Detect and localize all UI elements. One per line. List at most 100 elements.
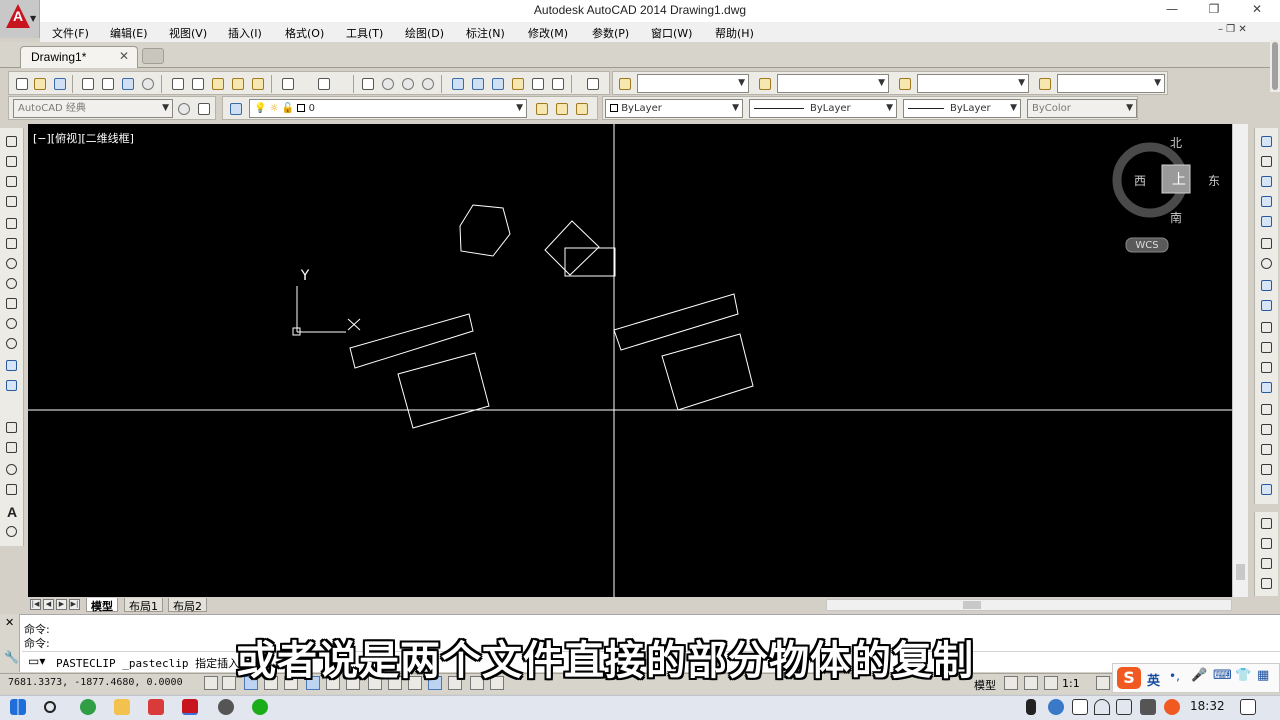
arc-icon[interactable] [4,236,20,252]
properties-icon[interactable] [449,75,466,92]
coordinate-readout[interactable]: 7681.3373, -1877.4680, 0.0000 [8,677,183,688]
plotstyle-select[interactable]: ByColor ▼ [1027,99,1137,118]
publish-icon[interactable] [119,75,136,92]
menu-dimension[interactable]: 标注(N) [466,25,505,41]
command-window-handle[interactable]: ✕ 🔧 [0,614,20,672]
line-icon[interactable] [4,134,20,150]
markup-icon[interactable] [529,75,546,92]
viewcube-east[interactable]: 东 [1208,172,1220,189]
send-to-back-icon[interactable] [1259,536,1275,552]
explode-icon[interactable] [1259,482,1275,498]
skin-icon[interactable]: 👕 [1235,668,1251,683]
table-style-icon[interactable] [896,75,913,92]
send-under-icon[interactable] [1259,576,1275,592]
infer-constraints-toggle[interactable] [204,676,218,690]
hatch-icon[interactable] [4,420,20,436]
first-layout-button[interactable]: |◀ [30,599,41,610]
table-icon[interactable] [4,482,20,498]
fillet-icon[interactable] [1259,442,1275,458]
multiline-text-icon[interactable]: A [4,504,20,520]
windows-start-icon[interactable] [10,699,26,715]
revision-cloud-icon[interactable] [4,276,20,292]
point-icon[interactable] [4,400,20,416]
wps-icon[interactable] [148,699,164,715]
action-center-icon[interactable] [1240,699,1256,715]
ellipse-icon[interactable] [4,316,20,332]
wifi-icon[interactable] [1094,699,1110,715]
notification-icon[interactable] [1072,699,1088,715]
pan-icon[interactable] [359,75,376,92]
layer-previous-icon[interactable] [553,100,570,117]
sogou-ime-icon[interactable]: S [1117,667,1141,689]
tab-model[interactable]: 模型 [86,598,118,613]
menu-view[interactable]: 视图(V) [169,25,207,41]
break-icon[interactable] [1259,380,1275,396]
table-style-select[interactable]: ▼ [917,74,1029,93]
ime-language-toggle[interactable]: 英 [1147,670,1160,689]
viewcube-north[interactable]: 北 [1170,134,1182,151]
menu-file[interactable]: 文件(F) [52,25,89,41]
close-icon[interactable]: ✕ [5,616,14,629]
viewcube-west[interactable]: 西 [1134,172,1146,189]
design-center-icon[interactable] [469,75,486,92]
tab-layout1[interactable]: 布局1 [124,598,163,613]
rectangle-icon[interactable] [4,216,20,232]
paste-icon[interactable] [209,75,226,92]
customize-icon[interactable]: 🔧 [4,650,19,664]
3d-print-icon[interactable] [139,75,156,92]
volume-icon[interactable] [1116,699,1132,715]
rotate-icon[interactable] [1259,256,1275,272]
quick-view-layouts-icon[interactable] [1004,676,1018,690]
stretch-icon[interactable] [1259,298,1275,314]
open-icon[interactable] [31,75,48,92]
onedrive-icon[interactable] [1048,699,1064,715]
file-explorer-icon[interactable] [114,699,130,715]
clean-screen-icon[interactable] [195,100,212,117]
save-icon[interactable] [51,75,68,92]
close-tab-icon[interactable]: ✕ [119,49,129,63]
chamfer-icon[interactable] [1259,422,1275,438]
media-player-icon[interactable] [218,699,234,715]
menu-window[interactable]: 窗口(W) [651,25,692,41]
new-tab-button[interactable] [142,48,164,64]
application-menu-button[interactable]: A ▼ [0,0,40,38]
zoom-window-icon[interactable] [399,75,416,92]
blend-curves-icon[interactable] [1259,462,1275,478]
undo-icon[interactable] [279,75,296,92]
model-space-button[interactable]: 模型 [974,677,996,693]
menu-insert[interactable]: 插入(I) [228,25,262,41]
new-icon[interactable] [13,75,30,92]
vertical-scrollbar[interactable] [1232,124,1248,598]
workspace-settings-icon[interactable] [175,100,192,117]
keyboard-icon[interactable]: ⌨ [1213,668,1232,683]
plot-preview-icon[interactable] [99,75,116,92]
dim-style-select[interactable]: ▼ [777,74,889,93]
ellipse-arc-icon[interactable] [4,336,20,352]
search-icon[interactable] [44,701,56,713]
toolbar-scroll[interactable] [1270,40,1280,92]
annotation-scale[interactable]: 1:1 [1062,677,1080,690]
autocad-taskbar-icon[interactable] [182,699,198,715]
plot-icon[interactable] [79,75,96,92]
circle-icon[interactable] [4,256,20,272]
horizontal-scrollbar[interactable] [826,599,1232,611]
wechat-icon[interactable] [252,699,268,715]
snap-toggle[interactable] [222,676,236,690]
copy-icon[interactable] [189,75,206,92]
tab-drawing1[interactable]: Drawing1* ✕ [20,46,138,68]
text-style-select[interactable]: ▼ [637,74,749,93]
text-style-icon[interactable] [616,75,633,92]
cut-icon[interactable] [169,75,186,92]
insert-block-icon[interactable] [4,358,20,374]
match-properties-icon[interactable] [229,75,246,92]
menu-help[interactable]: 帮助(H) [715,25,754,41]
viewport-controls[interactable]: [−][俯视][二维线框] [33,130,134,146]
help-icon[interactable] [584,75,601,92]
drawing-canvas[interactable]: 上 WCS Y 北 南 东 西 [28,124,1232,598]
make-current-layer-icon[interactable] [533,100,550,117]
trim-icon[interactable] [1259,320,1275,336]
break-at-point-icon[interactable] [1259,360,1275,376]
minimize-button[interactable]: — [1160,2,1184,20]
sheet-set-icon[interactable] [509,75,526,92]
annotation-visibility-icon[interactable] [1096,676,1110,690]
